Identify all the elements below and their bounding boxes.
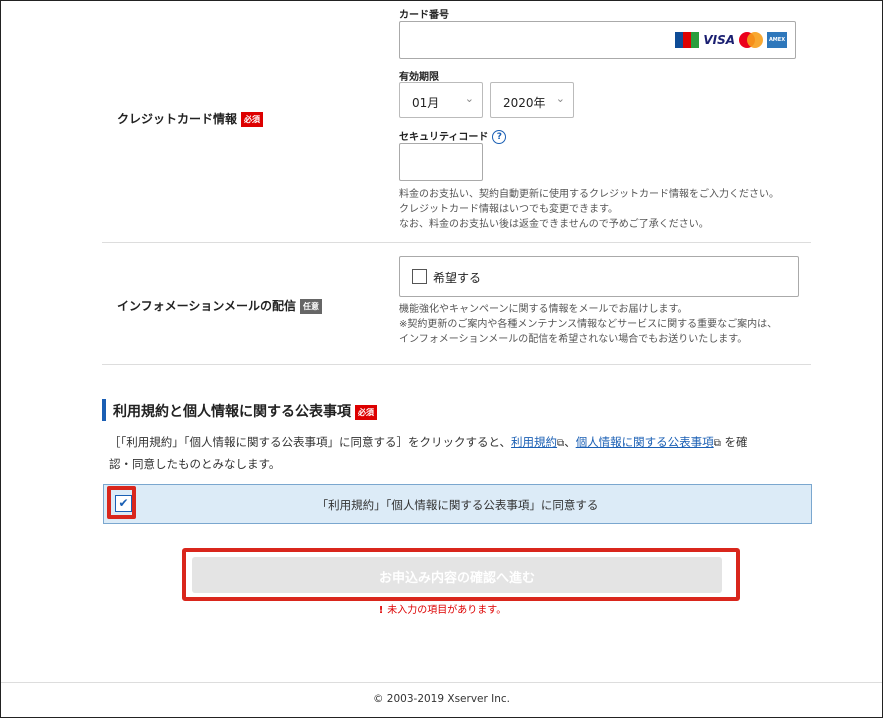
external-link-icon: ⧉ — [713, 438, 721, 449]
note-line: ※契約更新のご案内や各種メンテナンス情報などサービスに関する重要なご案内は、 — [399, 319, 778, 330]
divider — [102, 364, 811, 365]
terms-agree-row[interactable]: ✔ 「利用規約」「個人情報に関する公表事項」に同意する — [103, 484, 812, 524]
terms-heading: 利用規約と個人情報に関する公表事項 必須 — [113, 401, 377, 421]
info-mail-checkbox[interactable] — [412, 269, 427, 284]
heading-accent-bar — [102, 399, 106, 421]
amex-icon: AMEX — [767, 32, 787, 48]
card-number-input[interactable]: VISA AMEX — [399, 21, 796, 59]
note-line: クレジットカード情報はいつでも変更できます。 — [399, 204, 618, 215]
expiry-month-select[interactable]: 01月 ⌄ — [399, 82, 483, 118]
agree-label: 「利用規約」「個人情報に関する公表事項」に同意する — [316, 498, 599, 512]
security-code-label-text: セキュリティコード — [399, 132, 489, 143]
terms-desc-text: ［「利用規約」「個人情報に関する公表事項」に同意する］をクリックすると、 — [109, 435, 512, 449]
error-text: 未入力の項目があります。 — [387, 605, 507, 616]
application-form: クレジットカード情報 必須 カード番号 VISA AMEX 有効期限 01月 ⌄ … — [0, 0, 883, 718]
expiry-label: 有効期限 — [399, 72, 439, 83]
help-icon[interactable]: ? — [492, 130, 507, 144]
terms-link[interactable]: 利用規約 — [511, 435, 557, 449]
required-badge: 必須 — [241, 112, 264, 127]
credit-card-note: 料金のお支払い、契約自動更新に使用するクレジットカード情報をご入力ください。 ク… — [399, 187, 779, 232]
mastercard-icon — [739, 32, 763, 48]
expiry-year-value: 2020年 — [503, 96, 546, 110]
terms-desc-text: を確 — [724, 435, 748, 449]
divider — [102, 242, 811, 243]
chevron-down-icon: ⌄ — [555, 92, 565, 105]
confirm-button[interactable]: お申込み内容の確認へ進む — [192, 557, 722, 593]
visa-icon: VISA — [703, 33, 735, 47]
info-mail-section-label: インフォメーションメールの配信 任意 — [117, 297, 323, 314]
security-code-input[interactable] — [399, 143, 483, 181]
confirm-button-label: お申込み内容の確認へ進む — [378, 571, 535, 586]
info-mail-note: 機能強化やキャンペーンに関する情報をメールでお届けします。 ※契約更新のご案内や… — [399, 302, 777, 347]
note-line: 機能強化やキャンペーンに関する情報をメールでお届けします。 — [399, 304, 688, 315]
card-brands: VISA AMEX — [675, 32, 787, 48]
security-code-label: セキュリティコード? — [399, 128, 507, 144]
expiry-year-select[interactable]: 2020年 ⌄ — [490, 82, 574, 118]
note-line: 料金のお支払い、契約自動更新に使用するクレジットカード情報をご入力ください。 — [399, 189, 779, 200]
note-line: インフォメーションメールの配信を希望されない場合でもお送りいたします。 — [399, 334, 748, 345]
info-mail-label-text: インフォメーションメールの配信 — [117, 299, 297, 313]
terms-heading-text: 利用規約と個人情報に関する公表事項 — [113, 404, 351, 420]
credit-card-label-text: クレジットカード情報 — [117, 112, 238, 126]
terms-desc-text: 認・同意したものとみなします。 — [109, 457, 281, 471]
info-mail-checkbox-label: 希望する — [433, 271, 482, 285]
required-badge: 必須 — [355, 404, 377, 420]
chevron-down-icon: ⌄ — [464, 92, 474, 105]
copyright: © 2003-2019 Xserver Inc. — [372, 693, 511, 705]
info-mail-option[interactable]: 希望する — [399, 256, 799, 297]
footer-divider — [1, 682, 882, 683]
expiry-month-value: 01月 — [412, 96, 440, 110]
note-line: なお、料金のお支払い後は返金できませんので予めご了承ください。 — [399, 219, 709, 230]
terms-description: ［「利用規約」「個人情報に関する公表事項」に同意する］をクリックすると、利用規約… — [109, 432, 809, 474]
optional-badge: 任意 — [300, 299, 323, 314]
error-message: ! 未入力の項目があります。 — [1, 601, 882, 616]
checkbox-highlight — [107, 486, 136, 519]
warning-icon: ! — [378, 605, 384, 616]
separator-text: 、 — [564, 435, 576, 449]
jcb-icon — [675, 32, 700, 48]
privacy-link[interactable]: 個人情報に関する公表事項 — [576, 435, 714, 449]
card-number-label: カード番号 — [399, 10, 449, 21]
credit-card-section-label: クレジットカード情報 必須 — [117, 110, 264, 127]
